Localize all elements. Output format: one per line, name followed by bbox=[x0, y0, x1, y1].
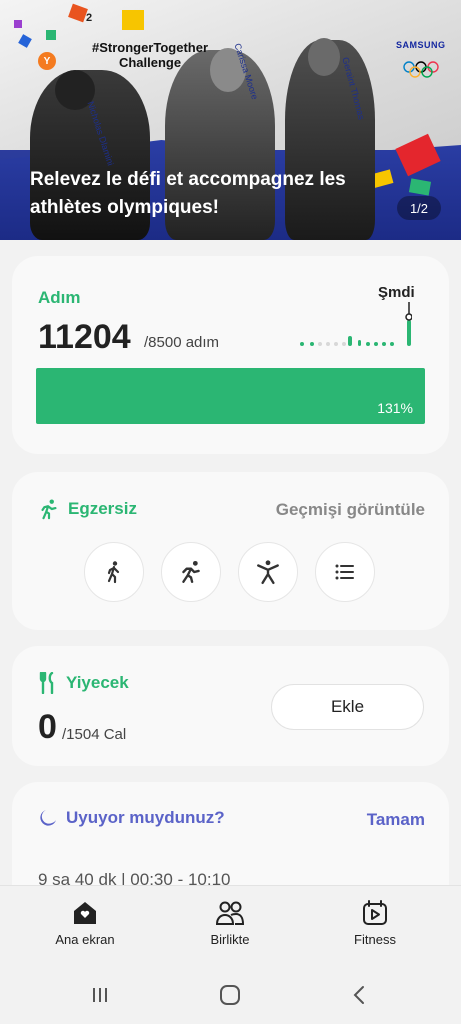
confetti-shape bbox=[46, 30, 56, 40]
running-icon bbox=[41, 499, 57, 520]
chart-dot bbox=[374, 342, 378, 346]
chart-dot bbox=[342, 342, 346, 346]
chart-dot bbox=[318, 342, 322, 346]
moon-icon bbox=[40, 810, 56, 826]
sleep-summary: 9 sa 40 dk | 00:30 - 10:10 bbox=[38, 870, 231, 885]
nav-together[interactable]: Birlikte bbox=[170, 898, 290, 947]
confetti-shape bbox=[14, 20, 22, 28]
chart-dot bbox=[300, 342, 304, 346]
running-button[interactable] bbox=[161, 542, 221, 602]
samsung-logo: SAMSUNG bbox=[396, 40, 446, 50]
home-icon bbox=[70, 898, 100, 928]
athlete-head bbox=[308, 38, 340, 76]
sleep-done-button[interactable]: Tamam bbox=[367, 810, 425, 830]
list-icon bbox=[335, 564, 354, 580]
chart-bar bbox=[348, 336, 352, 346]
chart-bar bbox=[407, 320, 411, 346]
home-circle-icon bbox=[220, 985, 240, 1005]
food-title: Yiyecek bbox=[66, 673, 129, 692]
exercise-header: Egzersiz bbox=[38, 498, 137, 520]
fitness-icon bbox=[360, 898, 390, 928]
chart-dot bbox=[334, 342, 338, 346]
nav-together-label: Birlikte bbox=[210, 932, 250, 947]
banner-pager: 1/2 bbox=[397, 196, 441, 220]
promo-banner[interactable]: Y 2 #StrongerTogether Challenge Nicholas… bbox=[0, 0, 461, 240]
people-icon bbox=[215, 898, 245, 928]
back-button[interactable] bbox=[340, 981, 380, 1009]
bottom-navigation: Ana ekran Birlikte Fitness bbox=[0, 885, 461, 965]
challenge-hashtag: #StrongerTogether Challenge bbox=[80, 40, 220, 70]
system-home-button[interactable] bbox=[210, 981, 250, 1009]
profile-badge: Y bbox=[38, 52, 56, 70]
nav-home[interactable]: Ana ekran bbox=[25, 898, 145, 947]
steps-progress-bar: 131% bbox=[36, 368, 425, 424]
confetti-number: 2 bbox=[86, 12, 93, 24]
steps-goal: /8500 adım bbox=[144, 334, 220, 351]
steps-progress-label: 131% bbox=[377, 400, 413, 416]
food-calories-count: 0 bbox=[38, 708, 57, 746]
sleep-card[interactable]: Uyuyor muydunuz? Tamam 9 sa 40 dk | 00:3… bbox=[12, 782, 449, 885]
hashtag-line: #StrongerTogether bbox=[91, 40, 209, 55]
chart-dot bbox=[326, 342, 330, 346]
workout-icon bbox=[257, 560, 279, 585]
exercise-card[interactable]: Egzersiz Geçmişi görüntüle bbox=[12, 472, 449, 630]
now-label: Şmdi bbox=[378, 284, 415, 301]
walking-icon bbox=[107, 561, 120, 584]
fork-knife-icon bbox=[39, 672, 54, 694]
chart-dot bbox=[382, 342, 386, 346]
banner-headline: Relevez le défi et accompagnez les athlè… bbox=[30, 169, 346, 218]
sleep-title: Uyuyor muydunuz? bbox=[66, 808, 225, 827]
nav-fitness-label: Fitness bbox=[354, 932, 396, 947]
chart-dot bbox=[390, 342, 394, 346]
confetti-shape bbox=[122, 10, 144, 30]
exercise-list-button[interactable] bbox=[315, 542, 375, 602]
olympic-rings-icon bbox=[403, 61, 439, 78]
steps-count: 11204 bbox=[38, 318, 131, 356]
back-icon bbox=[353, 986, 364, 1004]
system-navigation-bar bbox=[0, 965, 461, 1024]
recents-button[interactable] bbox=[80, 981, 120, 1009]
chart-dot bbox=[366, 342, 370, 346]
exercise-title: Egzersiz bbox=[68, 499, 137, 518]
food-calories-goal: /1504 Cal bbox=[62, 726, 127, 743]
running-icon bbox=[182, 560, 200, 583]
steps-card[interactable]: Adım 11204 /8500 adım Şmdi 131% bbox=[12, 256, 449, 454]
steps-title: Adım bbox=[38, 288, 81, 307]
food-card[interactable]: Yiyecek 0 /1504 Cal Ekle bbox=[12, 646, 449, 766]
nav-home-label: Ana ekran bbox=[55, 932, 115, 947]
view-history-link[interactable]: Geçmişi görüntüle bbox=[276, 500, 425, 520]
hashtag-line: Challenge bbox=[118, 55, 182, 70]
sleep-header: Uyuyor muydunuz? bbox=[38, 808, 225, 828]
chart-bar bbox=[358, 340, 361, 346]
workout-button[interactable] bbox=[238, 542, 298, 602]
food-header: Yiyecek bbox=[38, 672, 129, 694]
steps-progress-fill bbox=[36, 368, 425, 424]
now-marker-dot bbox=[405, 313, 412, 321]
hourly-steps-chart bbox=[300, 302, 412, 346]
recents-icon bbox=[93, 988, 107, 1002]
add-food-button[interactable]: Ekle bbox=[271, 684, 424, 730]
chart-dot bbox=[310, 342, 314, 346]
nav-fitness[interactable]: Fitness bbox=[315, 898, 435, 947]
dashboard-scroll-area[interactable]: Adım 11204 /8500 adım Şmdi 131% Egzersiz… bbox=[0, 240, 461, 885]
walking-button[interactable] bbox=[84, 542, 144, 602]
